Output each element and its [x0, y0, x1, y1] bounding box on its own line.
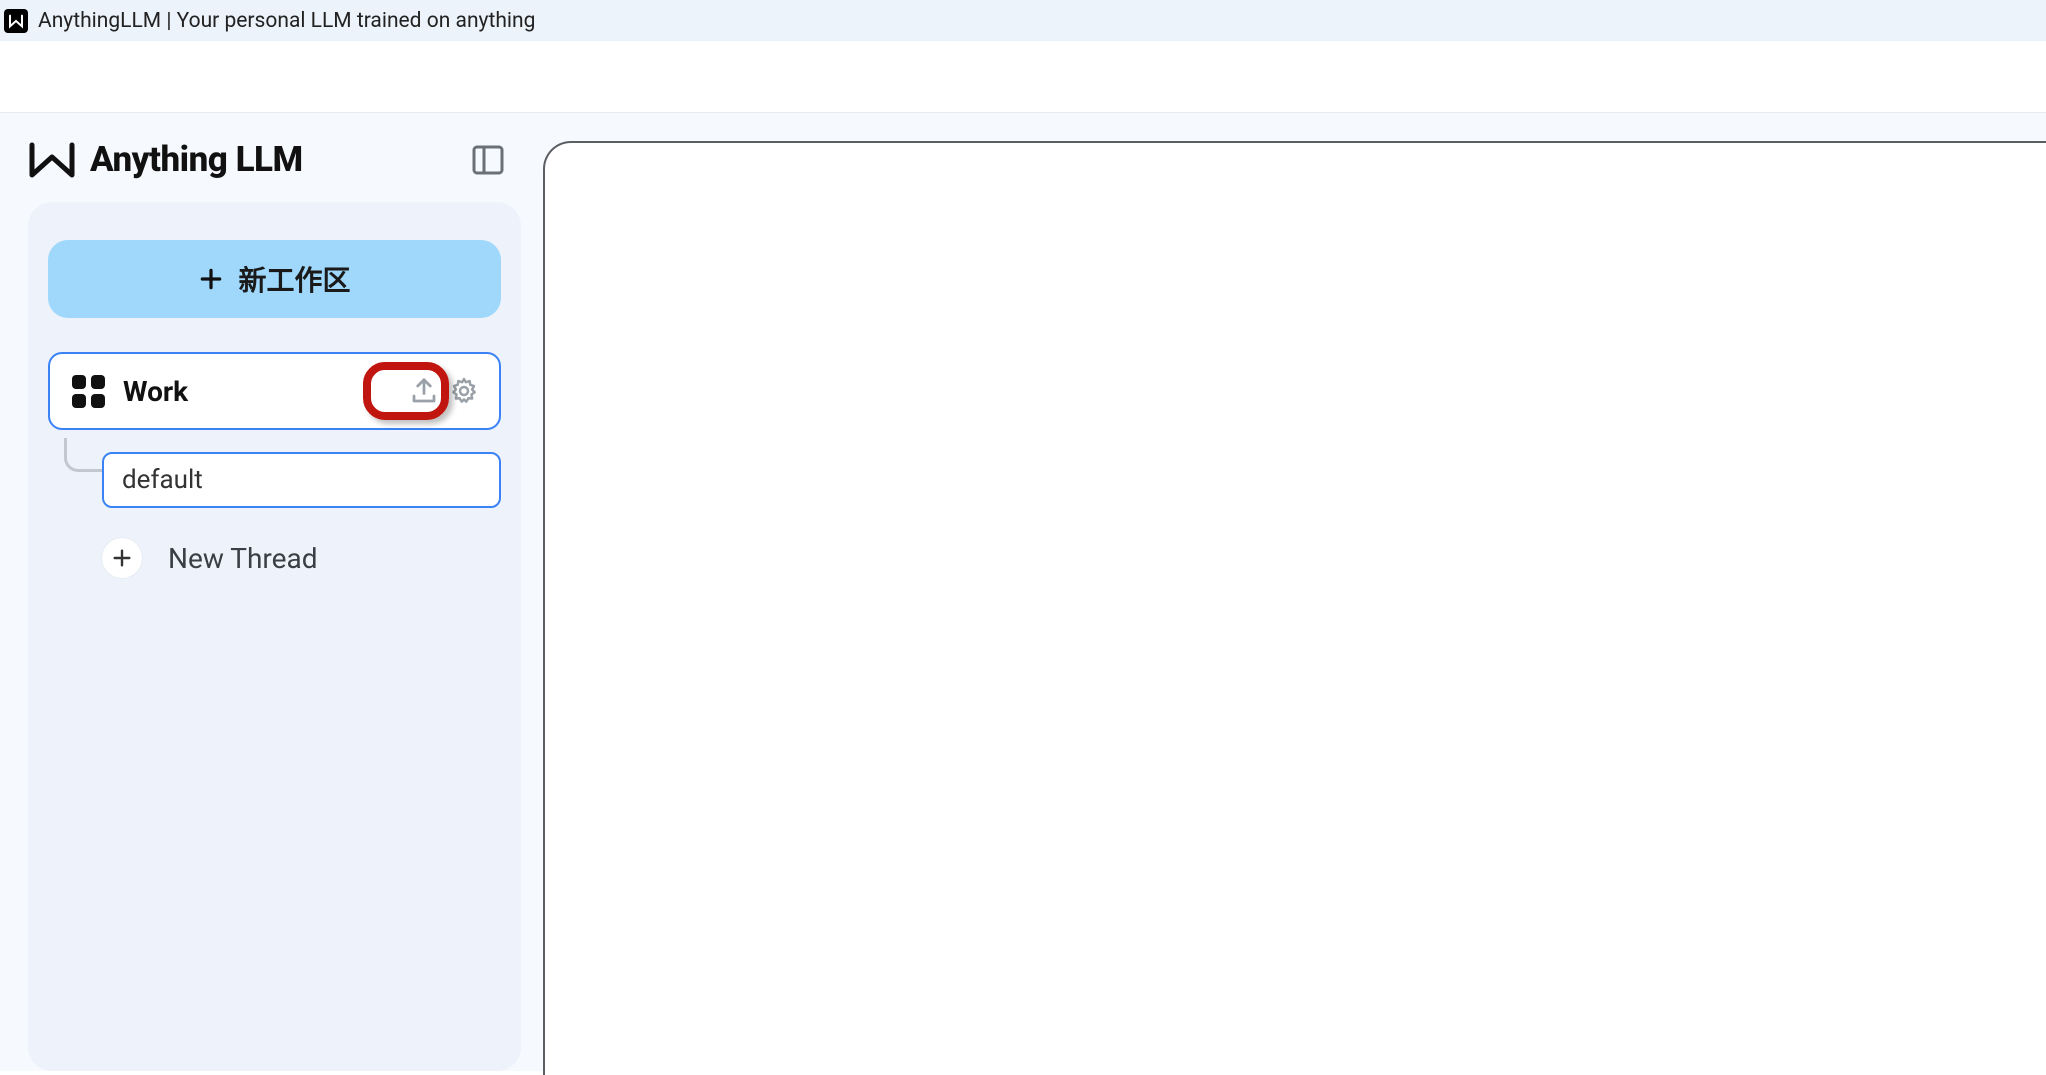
tree-connector [64, 438, 104, 472]
collapse-sidebar-button[interactable] [471, 143, 505, 177]
brand: Anything LLM [28, 139, 303, 180]
upload-icon [409, 376, 439, 406]
brand-row: Anything LLM [28, 139, 521, 180]
chat-canvas[interactable] [543, 141, 2046, 1075]
plus-icon [198, 266, 224, 292]
main-area [535, 113, 2046, 1071]
thread-label: default [122, 465, 203, 495]
plus-circle-icon [102, 538, 142, 578]
new-workspace-button[interactable]: 新工作区 [48, 240, 501, 318]
workspace-item[interactable]: Work [48, 352, 501, 430]
workspace-grid-icon [72, 375, 105, 408]
thread-tree: default New Thread [48, 438, 501, 578]
new-thread-button[interactable]: New Thread [102, 538, 501, 578]
new-thread-label: New Thread [168, 542, 318, 575]
brand-name: Anything LLM [90, 139, 303, 180]
gear-icon [449, 376, 479, 406]
new-workspace-label: 新工作区 [238, 259, 350, 299]
workspace-upload-button[interactable] [407, 374, 441, 408]
app-root: Anything LLM 新工作区 Wo [0, 113, 2046, 1071]
brand-logo-icon [28, 141, 76, 179]
browser-tabbar: AnythingLLM | Your personal LLM trained … [0, 0, 2046, 41]
workspace-name: Work [123, 375, 389, 408]
window-title: AnythingLLM | Your personal LLM trained … [38, 9, 535, 33]
sidebar-panel: 新工作区 Work [28, 202, 521, 1071]
workspace-settings-button[interactable] [447, 374, 481, 408]
sidebar: Anything LLM 新工作区 Wo [0, 113, 535, 1071]
app-favicon [4, 9, 28, 33]
toolbar-blank [0, 41, 2046, 113]
workspace-actions [407, 374, 481, 408]
thread-item-default[interactable]: default [102, 452, 501, 508]
